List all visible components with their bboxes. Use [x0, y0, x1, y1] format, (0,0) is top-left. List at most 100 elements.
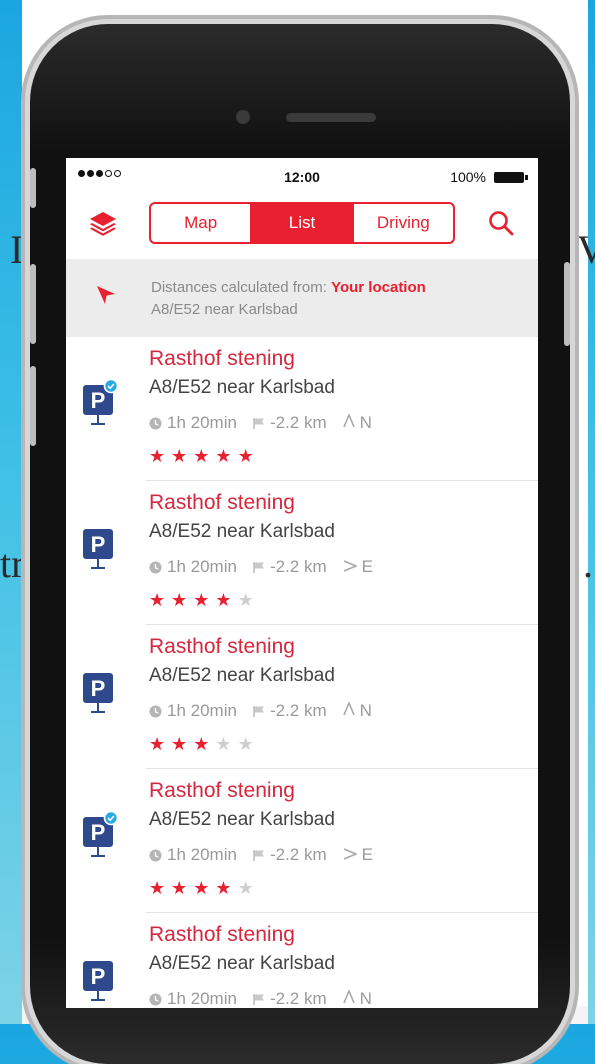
flag-icon	[253, 705, 264, 717]
star-filled-icon: ★	[149, 878, 166, 898]
clock-icon	[149, 561, 162, 573]
distance-origin-text: Distances calculated from: Your location	[151, 279, 426, 296]
duration-group: 1h 20min	[149, 557, 237, 577]
direction-arrow-icon	[342, 412, 360, 433]
direction-text: E	[361, 557, 373, 576]
battery-icon	[494, 172, 528, 183]
rest-stop-location: A8/E52 near Karlsbad	[149, 665, 335, 686]
star-filled-icon: ★	[193, 446, 210, 466]
toolbar: Map List Driving	[66, 194, 538, 256]
list-item[interactable]: P Rasthof stening A8/E52 near Karlsbad 1…	[66, 481, 538, 625]
star-filled-icon: ★	[193, 734, 210, 754]
search-icon[interactable]	[486, 208, 516, 238]
list-item[interactable]: P Rasthof stening A8/E52 near Karlsbad 1…	[66, 769, 538, 913]
list-item[interactable]: P Rasthof stening A8/E52 near Karlsbad 1…	[66, 625, 538, 769]
direction-arrow-icon	[342, 988, 360, 1008]
direction-group: N	[342, 700, 372, 721]
distance-origin-subline: A8/E52 near Karlsbad	[151, 301, 298, 318]
star-empty-icon: ★	[237, 590, 254, 610]
rest-stop-meta: 1h 20min -2.2 km N	[149, 700, 388, 721]
parking-icon: P	[83, 379, 118, 425]
earpiece-speaker	[286, 113, 376, 122]
status-bar: 12:00 100%	[66, 158, 538, 194]
star-empty-icon: ★	[237, 734, 254, 754]
list-item[interactable]: P Rasthof stening A8/E52 near Karlsbad 1…	[66, 913, 538, 1008]
direction-arrow-icon	[342, 700, 360, 721]
mute-switch	[30, 168, 36, 208]
distance-group: -2.2 km	[253, 701, 327, 721]
distance-text: -2.2 km	[269, 701, 327, 720]
direction-group: N	[342, 988, 372, 1008]
distance-text: -2.2 km	[269, 845, 327, 864]
app-screen: 12:00 100% Map List Driving Distances ca…	[66, 158, 538, 1008]
rest-stop-meta: 1h 20min -2.2 km N	[149, 412, 388, 433]
duration-text: 1h 20min	[167, 557, 237, 576]
rest-stop-location: A8/E52 near Karlsbad	[149, 953, 335, 974]
direction-arrow-icon	[343, 845, 362, 865]
duration-group: 1h 20min	[149, 989, 237, 1008]
background-text-fragment: .	[583, 541, 593, 586]
rating-stars: ★ ★ ★ ★ ★	[149, 879, 254, 897]
distance-group: -2.2 km	[253, 989, 327, 1008]
star-empty-icon: ★	[237, 878, 254, 898]
parking-icon: P	[83, 673, 113, 713]
battery-percentage: 100%	[450, 169, 486, 185]
clock-icon	[149, 417, 162, 429]
tab-map[interactable]: Map	[151, 204, 253, 242]
svg-text:P: P	[91, 820, 106, 845]
star-filled-icon: ★	[171, 446, 188, 466]
star-filled-icon: ★	[171, 590, 188, 610]
rest-stop-location: A8/E52 near Karlsbad	[149, 809, 335, 830]
clock-icon	[149, 849, 162, 861]
rest-stop-location: A8/E52 near Karlsbad	[149, 377, 335, 398]
distance-info-bar[interactable]: Distances calculated from: Your location…	[66, 259, 538, 337]
background-text-fragment: tr	[0, 541, 25, 586]
star-filled-icon: ★	[215, 590, 232, 610]
svg-text:P: P	[91, 676, 106, 701]
rest-stop-meta: 1h 20min -2.2 km N	[149, 988, 388, 1008]
list-item[interactable]: P Rasthof stening A8/E52 near Karlsbad 1…	[66, 337, 538, 481]
rest-stop-meta: 1h 20min -2.2 km E	[149, 845, 389, 865]
direction-text: E	[361, 845, 373, 864]
star-filled-icon: ★	[215, 878, 232, 898]
distance-text: -2.2 km	[269, 557, 327, 576]
layers-icon[interactable]	[88, 208, 118, 238]
duration-group: 1h 20min	[149, 845, 237, 865]
location-arrow-icon	[97, 286, 115, 304]
rest-stop-list: P Rasthof stening A8/E52 near Karlsbad 1…	[66, 337, 538, 1008]
direction-group: N	[342, 412, 372, 433]
star-empty-icon: ★	[215, 734, 232, 754]
your-location-link[interactable]: Your location	[331, 279, 426, 296]
star-filled-icon: ★	[193, 878, 210, 898]
rest-stop-title: Rasthof stening	[149, 923, 295, 946]
star-filled-icon: ★	[215, 446, 232, 466]
tab-driving[interactable]: Driving	[354, 204, 453, 242]
rest-stop-location: A8/E52 near Karlsbad	[149, 521, 335, 542]
rest-stop-title: Rasthof stening	[149, 491, 295, 514]
distance-group: -2.2 km	[253, 413, 327, 433]
star-filled-icon: ★	[149, 446, 166, 466]
flag-icon	[253, 417, 264, 429]
duration-group: 1h 20min	[149, 413, 237, 433]
background-text-fragment: I	[10, 227, 24, 272]
rating-stars: ★ ★ ★ ★ ★	[149, 735, 254, 753]
volume-up-button	[30, 264, 36, 344]
distance-text: -2.2 km	[269, 413, 327, 432]
distance-text: -2.2 km	[269, 989, 327, 1008]
volume-down-button	[30, 366, 36, 446]
star-filled-icon: ★	[149, 590, 166, 610]
tab-list[interactable]: List	[252, 204, 354, 242]
direction-text: N	[359, 413, 372, 432]
duration-text: 1h 20min	[167, 413, 237, 432]
direction-text: N	[359, 701, 372, 720]
duration-text: 1h 20min	[167, 701, 237, 720]
clock-icon	[149, 705, 162, 717]
star-filled-icon: ★	[171, 878, 188, 898]
direction-group: E	[343, 845, 373, 865]
duration-text: 1h 20min	[167, 845, 237, 864]
distance-group: -2.2 km	[253, 845, 327, 865]
rest-stop-title: Rasthof stening	[149, 635, 295, 658]
star-filled-icon: ★	[149, 734, 166, 754]
rating-stars: ★ ★ ★ ★ ★	[149, 591, 254, 609]
parking-icon: P	[83, 811, 118, 857]
